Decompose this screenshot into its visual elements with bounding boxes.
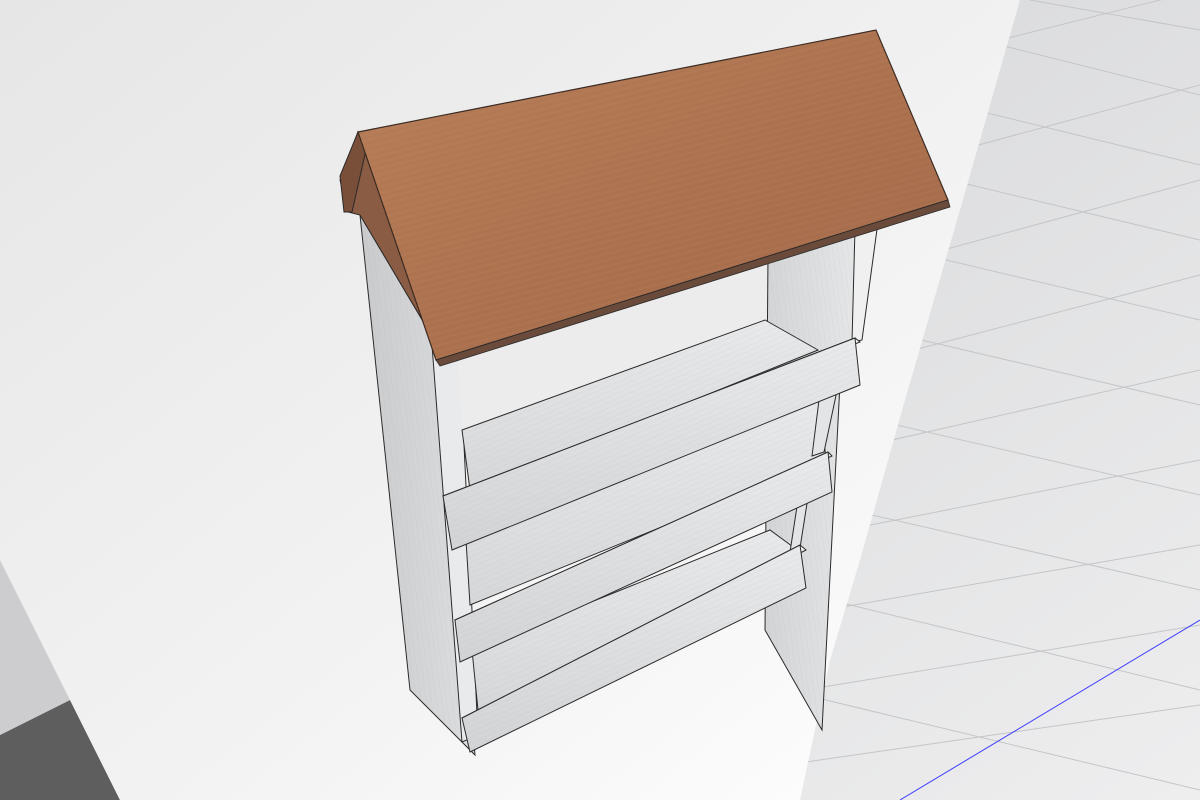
3d-viewport[interactable] xyxy=(0,0,1200,800)
scene-canvas[interactable] xyxy=(0,0,1200,800)
